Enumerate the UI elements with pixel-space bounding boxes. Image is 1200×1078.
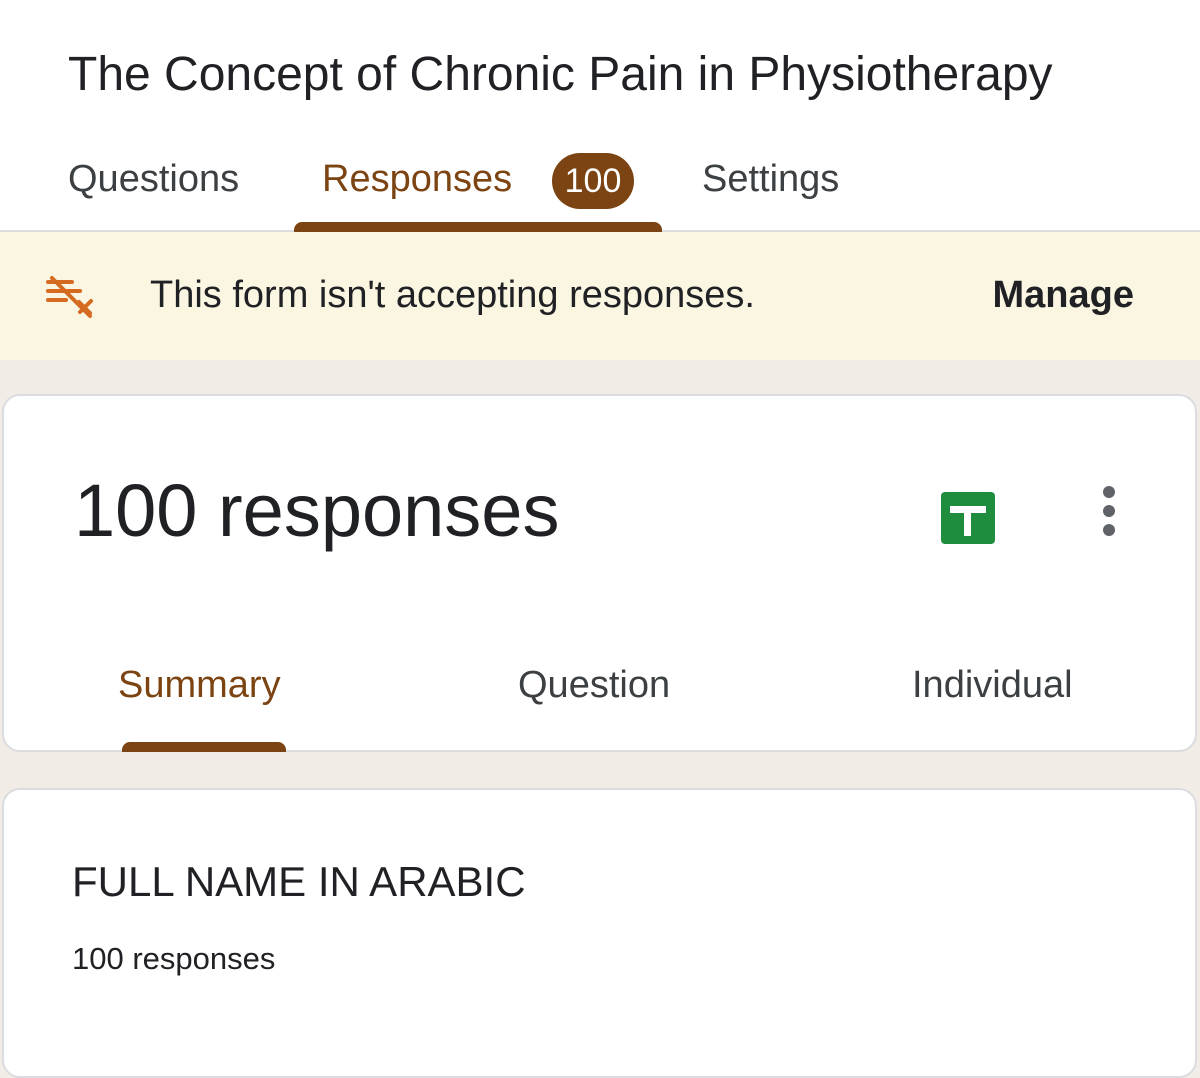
responses-off-icon [46, 276, 93, 318]
subtab-individual[interactable]: Individual [912, 658, 1073, 712]
responses-count-badge: 100 [552, 153, 634, 209]
tab-questions[interactable]: Questions [68, 152, 239, 206]
form-title: The Concept of Chronic Pain in Physiothe… [68, 48, 1053, 101]
question-summary-card: FULL NAME IN ARABIC 100 responses [2, 788, 1197, 1078]
question-response-count: 100 responses [72, 941, 276, 976]
manage-button[interactable]: Manage [993, 270, 1134, 320]
active-subtab-indicator [122, 742, 286, 752]
more-vert-icon[interactable] [1094, 484, 1124, 540]
banner-message: This form isn't accepting responses. [150, 274, 755, 316]
subtab-summary[interactable]: Summary [118, 658, 281, 712]
responses-summary-card: 100 responses Summary Question Individua… [2, 394, 1197, 752]
tab-responses[interactable]: Responses [322, 152, 512, 206]
question-title: FULL NAME IN ARABIC [72, 858, 526, 905]
google-sheets-icon[interactable] [941, 492, 995, 544]
response-count-heading: 100 responses [74, 469, 560, 552]
not-accepting-responses-banner: This form isn't accepting responses. Man… [0, 232, 1200, 360]
tab-settings[interactable]: Settings [702, 152, 839, 206]
subtab-question[interactable]: Question [518, 658, 670, 712]
form-header: The Concept of Chronic Pain in Physiothe… [0, 0, 1200, 232]
active-tab-indicator [294, 222, 662, 232]
